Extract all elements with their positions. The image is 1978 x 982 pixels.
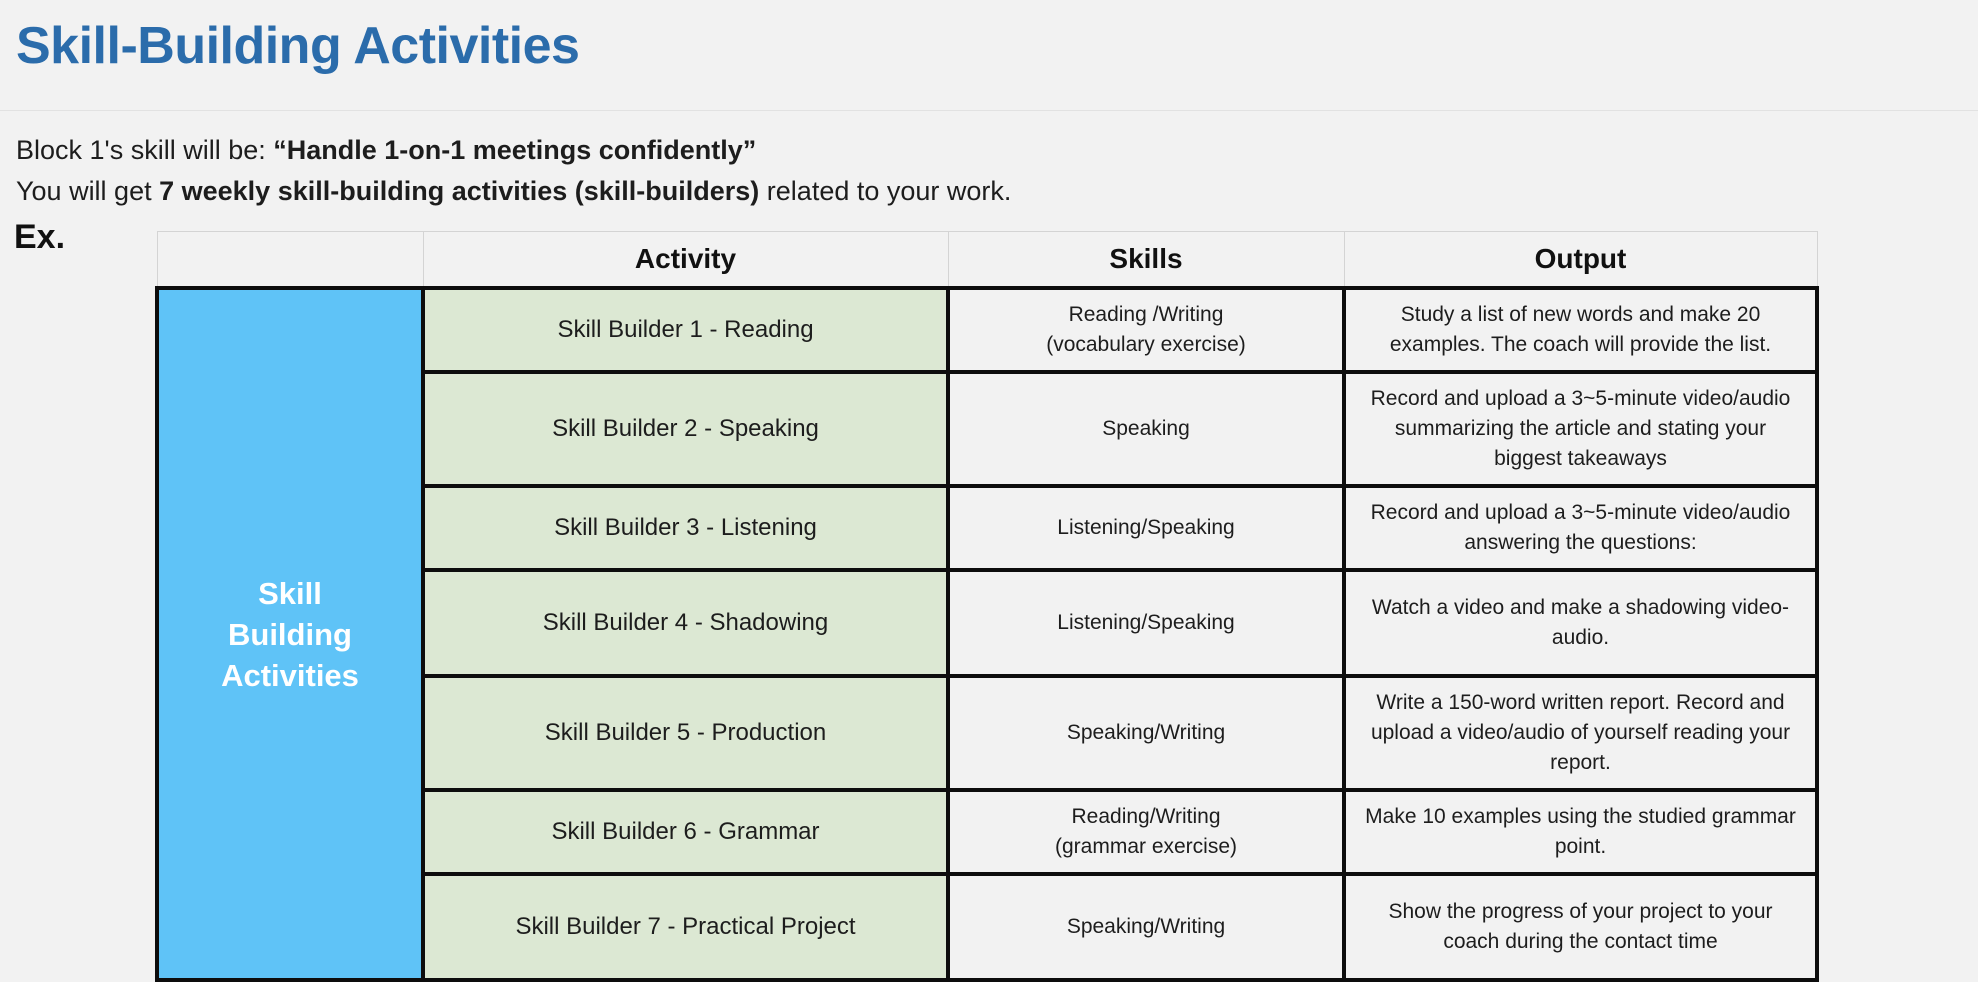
cell-skills: Speaking/Writing: [946, 674, 1346, 792]
cell-skills-line-2: (grammar exercise): [1054, 835, 1238, 858]
example-label: Ex.: [14, 218, 66, 256]
table-row: Skill Building Activities Skill Builder …: [155, 286, 1819, 982]
table-header-row: Activity Skills Output: [156, 231, 1818, 289]
cell-output: Make 10 examples using the studied gramm…: [1342, 788, 1819, 876]
cell-skills: Speaking/Writing: [946, 872, 1346, 982]
page-title: Skill-Building Activities: [16, 17, 580, 75]
column-header-activity: Activity: [422, 231, 949, 289]
cell-skills-line-1: Reading/Writing: [1071, 805, 1221, 828]
cell-output: Study a list of new words and make 20 ex…: [1342, 286, 1819, 374]
cell-activity: Skill Builder 7 - Practical Project: [421, 872, 950, 982]
row-header-line-2: Building: [228, 616, 352, 652]
cell-skills-line-1: Reading /Writing: [1068, 303, 1224, 326]
cell-output: Watch a video and make a shadowing video…: [1342, 568, 1819, 678]
intro-line-1: Block 1's skill will be: “Handle 1-on-1 …: [16, 130, 1011, 171]
skill-builder-table-wrapper: Activity Skills Output Skill Building Ac…: [155, 231, 1819, 982]
cell-activity: Skill Builder 4 - Shadowing: [421, 568, 950, 678]
cell-output: Show the progress of your project to you…: [1342, 872, 1819, 982]
intro-line-2-suffix: related to your work.: [759, 176, 1012, 206]
intro-line-1-bold: “Handle 1-on-1 meetings confidently”: [273, 135, 757, 165]
column-header-blank: [156, 231, 424, 289]
cell-output: Write a 150-word written report. Record …: [1342, 674, 1819, 792]
cell-skills-line-1: Speaking/Writing: [1066, 915, 1226, 938]
column-header-skills: Skills: [947, 231, 1345, 289]
column-header-output: Output: [1343, 231, 1818, 289]
intro-line-2: You will get 7 weekly skill-building act…: [16, 171, 1011, 212]
cell-skills-line-1: Speaking/Writing: [1066, 721, 1226, 744]
title-band: Skill-Building Activities: [0, 0, 1978, 111]
intro-text: Block 1's skill will be: “Handle 1-on-1 …: [16, 130, 1011, 212]
cell-skills: Reading /Writing (vocabulary exercise): [946, 286, 1346, 374]
cell-skills: Listening/Speaking: [946, 568, 1346, 678]
cell-activity: Skill Builder 3 - Listening: [421, 484, 950, 572]
cell-skills-line-1: Listening/Speaking: [1057, 516, 1235, 539]
cell-skills-line-1: Listening/Speaking: [1057, 611, 1235, 634]
cell-output: Record and upload a 3~5-minute video/aud…: [1342, 370, 1819, 488]
skill-builder-table: Activity Skills Output Skill Building Ac…: [155, 231, 1819, 982]
cell-activity: Skill Builder 6 - Grammar: [421, 788, 950, 876]
table-body: Skill Building Activities Skill Builder …: [155, 286, 1819, 982]
cell-skills-line-2: (vocabulary exercise): [1046, 333, 1246, 356]
intro-line-2-bold: 7 weekly skill-building activities (skil…: [159, 176, 760, 206]
cell-skills: Listening/Speaking: [946, 484, 1346, 572]
table-head: Activity Skills Output: [156, 231, 1818, 289]
cell-output: Record and upload a 3~5-minute video/aud…: [1342, 484, 1819, 572]
intro-line-2-prefix: You will get: [16, 176, 160, 206]
cell-skills-line-1: Speaking: [1102, 417, 1190, 440]
cell-activity: Skill Builder 1 - Reading: [421, 286, 950, 374]
intro-line-1-prefix: Block 1's skill will be:: [16, 135, 274, 165]
row-header-line-1: Skill: [258, 575, 322, 611]
cell-skills: Speaking: [946, 370, 1346, 488]
row-header-skill-building-activities: Skill Building Activities: [155, 286, 425, 982]
cell-skills: Reading/Writing (grammar exercise): [946, 788, 1346, 876]
cell-activity: Skill Builder 2 - Speaking: [421, 370, 950, 488]
cell-activity: Skill Builder 5 - Production: [421, 674, 950, 792]
row-header-line-3: Activities: [221, 657, 359, 693]
